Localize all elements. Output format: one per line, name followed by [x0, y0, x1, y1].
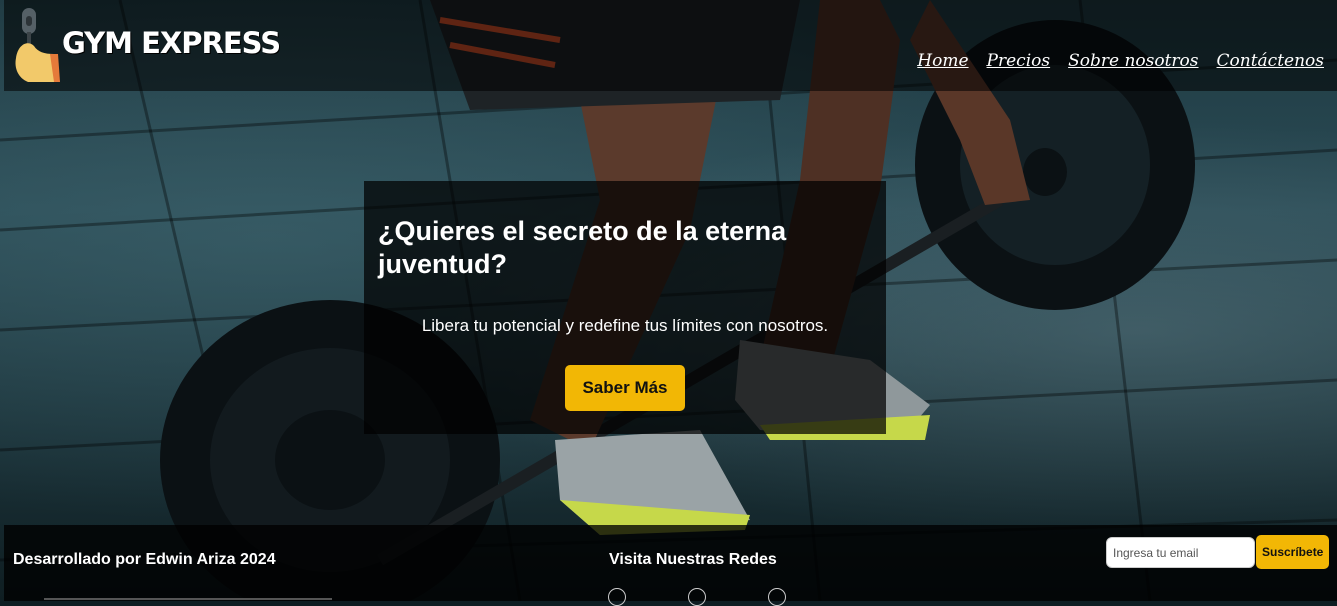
footer-divider — [44, 598, 332, 600]
main-nav: Home Precios Sobre nosotros Contáctenos — [917, 51, 1324, 71]
instagram-icon[interactable] — [688, 588, 706, 606]
tiktok-icon[interactable] — [768, 588, 786, 606]
nav-precios-link[interactable]: Precios — [987, 51, 1051, 71]
brand-name[interactable]: GYM EXPRESS — [62, 26, 281, 60]
nav-sobre-nosotros-link[interactable]: Sobre nosotros — [1068, 51, 1198, 71]
site-header: GYM EXPRESS Home Precios Sobre nosotros … — [4, 0, 1337, 91]
social-icons — [608, 588, 786, 606]
facebook-icon[interactable] — [608, 588, 626, 606]
footer-credit: Desarrollado por Edwin Ariza 2024 — [13, 551, 276, 568]
site-footer: Desarrollado por Edwin Ariza 2024 Visita… — [4, 525, 1337, 606]
hero-title: ¿Quieres el secreto de la eterna juventu… — [378, 216, 787, 279]
newsletter-email-input[interactable] — [1106, 537, 1255, 568]
hero-card: ¿Quieres el secreto de la eterna juventu… — [364, 181, 886, 434]
nav-contactenos-link[interactable]: Contáctenos — [1217, 51, 1324, 71]
flexing-arm-logo-icon[interactable] — [14, 6, 66, 84]
subscribe-button[interactable]: Suscríbete — [1256, 535, 1329, 569]
social-title: Visita Nuestras Redes — [609, 551, 777, 568]
nav-home-link[interactable]: Home — [917, 51, 968, 71]
saber-mas-button[interactable]: Saber Más — [565, 365, 685, 411]
hero-subtitle: Libera tu potencial y redefine tus límit… — [421, 316, 829, 335]
